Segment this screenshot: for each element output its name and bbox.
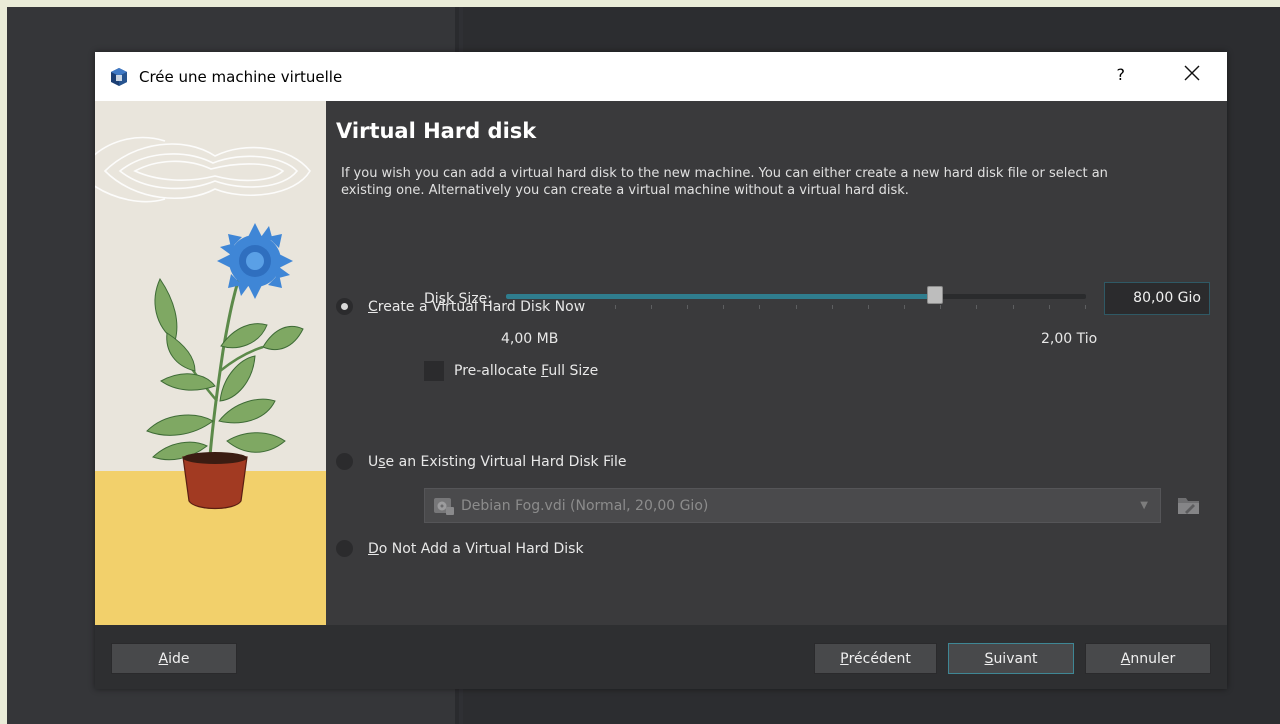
slider-tick	[578, 305, 580, 309]
next-button[interactable]: Suivant	[948, 643, 1074, 674]
virtualbox-cube-icon	[111, 67, 127, 86]
slider-tick	[686, 305, 688, 309]
slider-tick	[1085, 305, 1086, 309]
folder-browse-icon[interactable]	[1177, 494, 1201, 516]
radio-use-existing[interactable]: Use an Existing Virtual Hard Disk File	[336, 453, 627, 470]
slider-tick	[831, 305, 833, 309]
slider-tick	[650, 305, 652, 309]
disk-size-min-label: 4,00 MB	[501, 331, 559, 347]
help-wizard-button[interactable]: Aide	[111, 643, 237, 674]
slider-fill	[506, 294, 936, 299]
chevron-down-icon[interactable]: ▼	[1140, 500, 1148, 511]
slider-tick	[1012, 305, 1014, 309]
cancel-button[interactable]: Annuler	[1085, 643, 1211, 674]
slider-tick	[614, 305, 616, 309]
disk-size-max-label: 2,00 Tio	[1041, 331, 1098, 347]
close-button[interactable]	[1183, 63, 1201, 87]
dialog-footer: Aide Précédent Suivant Annuler	[95, 625, 1227, 689]
slider-tick	[506, 305, 507, 309]
slider-tick	[542, 305, 544, 309]
preallocate-checkbox-row[interactable]: Pre-allocate Full Size	[424, 361, 598, 381]
radio-indicator-do-not-add[interactable]	[336, 540, 353, 557]
wizard-illustration	[95, 101, 326, 625]
dialog-title: Crée une machine virtuelle	[139, 67, 343, 86]
slider-tick	[940, 305, 942, 309]
radio-indicator-create-now[interactable]	[336, 298, 353, 315]
slider-tick	[1048, 305, 1050, 309]
create-vm-dialog: Crée une machine virtuelle ? Virtual Har…	[95, 52, 1227, 689]
existing-disk-selected: Debian Fog.vdi (Normal, 20,00 Gio)	[461, 497, 709, 514]
preallocate-checkbox[interactable]	[424, 361, 444, 381]
slider-tick	[867, 305, 869, 309]
existing-disk-combobox[interactable]: Debian Fog.vdi (Normal, 20,00 Gio) ▼	[424, 488, 1161, 523]
preallocate-label: Pre-allocate Full Size	[454, 363, 599, 379]
page-description: If you wish you can add a virtual hard d…	[341, 166, 1108, 198]
dialog-titlebar: Crée une machine virtuelle ?	[95, 52, 1227, 101]
disk-size-input[interactable]: 80,00 Gio	[1104, 282, 1210, 315]
slider-tick	[904, 305, 906, 309]
disk-size-label: Disk Size:	[424, 291, 492, 307]
potted-flower-illustration	[95, 101, 326, 625]
page-title: Virtual Hard disk	[336, 119, 537, 143]
help-button[interactable]: ?	[1117, 65, 1126, 84]
slider-tick	[759, 305, 761, 309]
close-icon	[1184, 65, 1200, 81]
disk-image-icon	[434, 497, 454, 515]
radio-indicator-use-existing[interactable]	[336, 453, 353, 470]
radio-label-use-existing: Use an Existing Virtual Hard Disk File	[368, 453, 627, 470]
radio-label-do-not-add: Do Not Add a Virtual Hard Disk	[368, 540, 584, 557]
slider-tick	[795, 305, 797, 309]
radio-do-not-add[interactable]: Do Not Add a Virtual Hard Disk	[336, 540, 584, 557]
disk-size-slider[interactable]	[506, 285, 1086, 311]
slider-tick	[723, 305, 725, 309]
slider-tick	[976, 305, 978, 309]
back-button[interactable]: Précédent	[814, 643, 937, 674]
slider-handle[interactable]	[927, 286, 944, 304]
